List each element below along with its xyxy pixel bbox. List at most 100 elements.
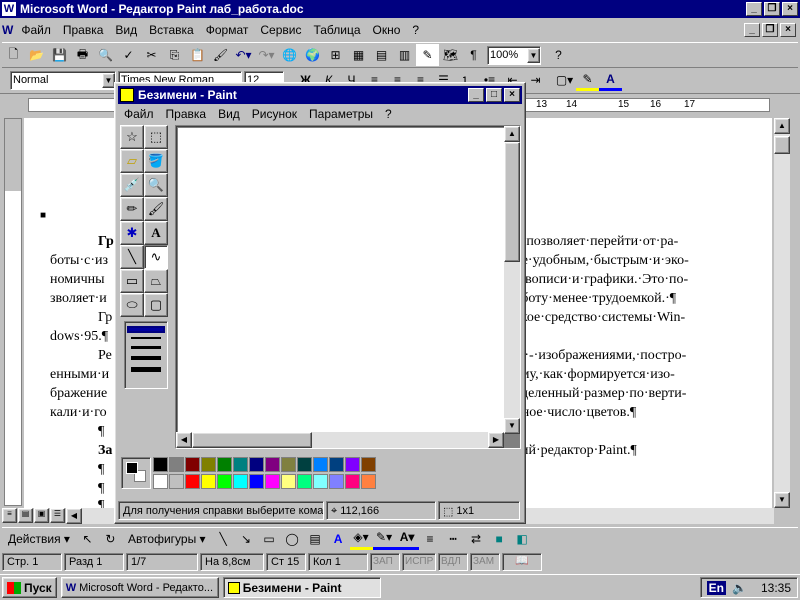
dash-style-icon[interactable]: ┅ bbox=[442, 528, 465, 550]
redo-icon[interactable]: ↷▾ bbox=[255, 44, 278, 66]
insert-excel-icon[interactable]: ▤ bbox=[370, 44, 393, 66]
new-icon[interactable]: 🗋 bbox=[2, 44, 25, 66]
paint-menu-options[interactable]: Параметры bbox=[303, 107, 379, 121]
line-width-options[interactable] bbox=[124, 321, 168, 389]
menu-file[interactable]: Файл bbox=[15, 23, 57, 37]
paint-menu-image[interactable]: Рисунок bbox=[246, 107, 303, 121]
palette-swatch[interactable] bbox=[265, 457, 280, 472]
status-ovr[interactable]: ЗАМ bbox=[470, 553, 500, 571]
web-toolbar-icon[interactable]: 🌍 bbox=[301, 44, 324, 66]
scroll-thumb[interactable] bbox=[774, 136, 790, 154]
taskbar-paint[interactable]: Безимени - Paint bbox=[222, 577, 381, 598]
menu-tools[interactable]: Сервис bbox=[254, 23, 307, 37]
scroll-down-button[interactable]: ▼ bbox=[774, 492, 790, 508]
copy-icon[interactable]: ⎘ bbox=[163, 44, 186, 66]
polygon-tool-icon[interactable]: ⏢ bbox=[144, 269, 168, 293]
shadow-icon[interactable]: ■ bbox=[488, 528, 511, 550]
palette-swatch[interactable] bbox=[249, 457, 264, 472]
oval-icon[interactable]: ◯ bbox=[281, 528, 304, 550]
show-hide-icon[interactable]: ¶ bbox=[462, 44, 485, 66]
palette-swatch[interactable] bbox=[345, 457, 360, 472]
columns-icon[interactable]: ▥ bbox=[393, 44, 416, 66]
word-minimize-button[interactable]: _ bbox=[746, 2, 762, 16]
palette-swatch[interactable] bbox=[281, 474, 296, 489]
wordart-icon[interactable]: A bbox=[327, 528, 350, 550]
paint-menu-help[interactable]: ? bbox=[379, 107, 398, 121]
paint-minimize-button[interactable]: _ bbox=[468, 88, 484, 102]
palette-swatch[interactable] bbox=[233, 457, 248, 472]
curve-tool-icon[interactable]: ∿ bbox=[144, 245, 168, 269]
increase-indent-icon[interactable]: ⇥ bbox=[524, 69, 547, 91]
menu-insert[interactable]: Вставка bbox=[143, 23, 200, 37]
format-painter-icon[interactable]: 🖌 bbox=[209, 44, 232, 66]
line-style-icon[interactable]: ≡ bbox=[419, 528, 442, 550]
paint-maximize-button[interactable]: □ bbox=[486, 88, 502, 102]
open-icon[interactable]: 📂 bbox=[25, 44, 48, 66]
page-view-icon[interactable]: ▣ bbox=[34, 508, 49, 523]
undo-icon[interactable]: ↶▾ bbox=[232, 44, 255, 66]
paste-icon[interactable]: 📋 bbox=[186, 44, 209, 66]
palette-swatch[interactable] bbox=[185, 457, 200, 472]
spelling-status-icon[interactable]: 📖 bbox=[502, 553, 542, 571]
borders-icon[interactable]: ▢▾ bbox=[553, 69, 576, 91]
language-indicator[interactable]: En bbox=[706, 580, 727, 595]
status-trk[interactable]: ИСПР bbox=[402, 553, 436, 571]
vertical-ruler[interactable] bbox=[4, 118, 22, 506]
actions-menu[interactable]: Действия ▾ bbox=[2, 532, 76, 546]
paint-vscroll-thumb[interactable] bbox=[504, 142, 520, 262]
outline-view-icon[interactable]: ☰ bbox=[50, 508, 65, 523]
font-color-icon[interactable]: A bbox=[599, 69, 622, 91]
doc-close-button[interactable]: × bbox=[780, 23, 796, 37]
paint-close-button[interactable]: × bbox=[504, 88, 520, 102]
menu-window[interactable]: Окно bbox=[367, 23, 407, 37]
paint-scroll-left[interactable]: ◀ bbox=[176, 432, 192, 448]
ellipse-tool-icon[interactable]: ⬭ bbox=[120, 293, 144, 317]
palette-swatch[interactable] bbox=[153, 474, 168, 489]
fill-color-icon[interactable]: ◈▾ bbox=[349, 528, 373, 550]
start-button[interactable]: Пуск bbox=[2, 577, 57, 598]
style-select[interactable]: Normal ▼ bbox=[10, 70, 116, 90]
palette-swatch[interactable] bbox=[201, 457, 216, 472]
palette-swatch[interactable] bbox=[153, 457, 168, 472]
pick-color-icon[interactable]: 💉 bbox=[120, 173, 144, 197]
palette-swatch[interactable] bbox=[313, 457, 328, 472]
pencil-icon[interactable]: ✏ bbox=[120, 197, 144, 221]
spelling-icon[interactable]: ✓ bbox=[117, 44, 140, 66]
palette-swatch[interactable] bbox=[329, 457, 344, 472]
line-icon[interactable]: ╲ bbox=[212, 528, 235, 550]
status-rec[interactable]: ЗАП bbox=[370, 553, 400, 571]
chevron-down-icon[interactable]: ▼ bbox=[527, 47, 540, 63]
word-maximize-button[interactable]: ❐ bbox=[764, 2, 780, 16]
paint-hscroll-thumb[interactable] bbox=[192, 432, 312, 448]
doc-minimize-button[interactable]: _ bbox=[744, 23, 760, 37]
airbrush-icon[interactable]: ✱ bbox=[120, 221, 144, 245]
text-tool-icon[interactable]: A bbox=[144, 221, 168, 245]
arrow-icon[interactable]: ↘ bbox=[235, 528, 258, 550]
palette-swatch[interactable] bbox=[233, 474, 248, 489]
word-doc-icon[interactable]: W bbox=[0, 23, 15, 37]
menu-view[interactable]: Вид bbox=[109, 23, 143, 37]
word-vertical-scrollbar[interactable]: ▲ ▼ bbox=[774, 118, 790, 508]
menu-help[interactable]: ? bbox=[406, 23, 425, 37]
paint-menu-edit[interactable]: Правка bbox=[160, 107, 213, 121]
current-colors[interactable] bbox=[121, 457, 151, 489]
paint-horizontal-scrollbar[interactable]: ◀ ▶ bbox=[176, 432, 504, 448]
zoom-select[interactable]: 100% ▼ bbox=[487, 45, 541, 65]
rectangle-icon[interactable]: ▭ bbox=[258, 528, 281, 550]
menu-edit[interactable]: Правка bbox=[57, 23, 110, 37]
scroll-up-button[interactable]: ▲ bbox=[774, 118, 790, 134]
select-objects-icon[interactable]: ↖ bbox=[76, 528, 99, 550]
font-color-draw-icon[interactable]: A▾ bbox=[395, 528, 419, 550]
paint-menu-file[interactable]: Файл bbox=[118, 107, 160, 121]
tables-borders-icon[interactable]: ⊞ bbox=[324, 44, 347, 66]
preview-icon[interactable]: 🔍 bbox=[94, 44, 117, 66]
paint-vertical-scrollbar[interactable]: ▲ ▼ bbox=[504, 126, 520, 434]
highlight-icon[interactable]: ✎ bbox=[576, 69, 599, 91]
palette-swatch[interactable] bbox=[345, 474, 360, 489]
rectangle-tool-icon[interactable]: ▭ bbox=[120, 269, 144, 293]
palette-swatch[interactable] bbox=[265, 474, 280, 489]
palette-swatch[interactable] bbox=[361, 457, 376, 472]
speaker-icon[interactable]: 🔈 bbox=[732, 581, 747, 595]
paint-canvas[interactable] bbox=[178, 128, 504, 434]
3d-icon[interactable]: ◧ bbox=[511, 528, 534, 550]
